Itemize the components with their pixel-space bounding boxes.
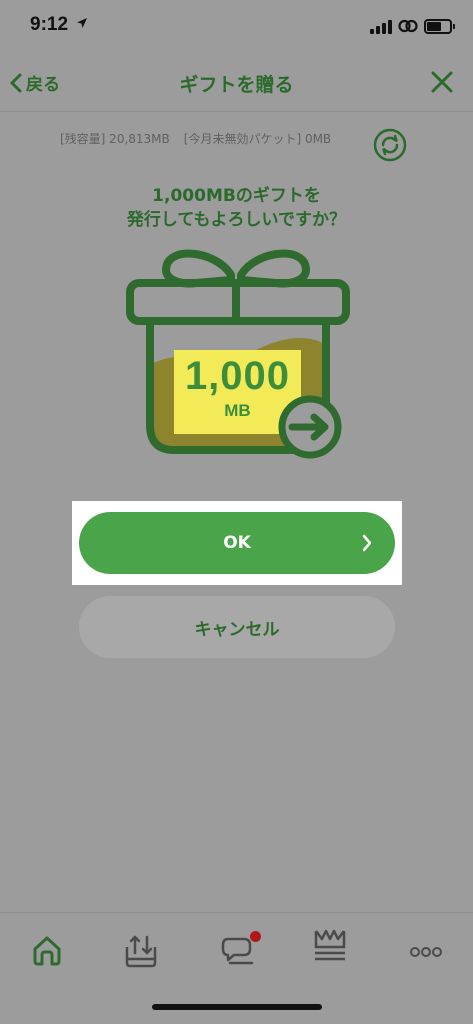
cellular-signal-icon (370, 20, 392, 34)
data-balance: [残容量] 20,813MB [今月未無効パケット] 0MB (60, 130, 360, 147)
page-title: ギフトを贈る (179, 74, 294, 96)
battery-icon (424, 19, 455, 34)
status-time: 9:12 (30, 14, 69, 35)
close-icon[interactable] (430, 70, 454, 94)
send-arrow-icon (278, 395, 342, 459)
home-indicator (152, 1004, 322, 1010)
home-icon[interactable] (30, 933, 64, 967)
notification-badge (250, 931, 261, 942)
gift-amount-value: 1,000 (184, 354, 291, 398)
status-bar: 9:12 (0, 0, 473, 56)
tray-upload-icon[interactable] (124, 933, 158, 969)
more-icon[interactable] (410, 945, 442, 959)
question-line-2: 発行してもよろしいですか？ (126, 210, 347, 230)
unused-packet: [今月未無効パケット] 0MB (183, 132, 332, 146)
chevron-right-icon (362, 534, 372, 552)
crown-icon[interactable] (312, 927, 348, 967)
cancel-button[interactable]: キャンセル (79, 596, 395, 658)
refresh-icon[interactable] (373, 128, 407, 162)
location-arrow-icon (77, 18, 87, 28)
personal-hotspot-icon (398, 19, 418, 33)
question-line-1: 1,000MBのギフトを (152, 186, 321, 206)
navigation-bar: 戻る ギフトを贈る (0, 56, 473, 112)
confirmation-question: 1,000MBのギフトを 発行してもよろしいですか？ (0, 184, 473, 232)
cancel-button-label: キャンセル (194, 619, 280, 640)
ok-button-label: OK (223, 533, 251, 553)
ok-button[interactable]: OK (79, 512, 395, 574)
remaining-capacity: [残容量] 20,813MB (60, 132, 170, 146)
